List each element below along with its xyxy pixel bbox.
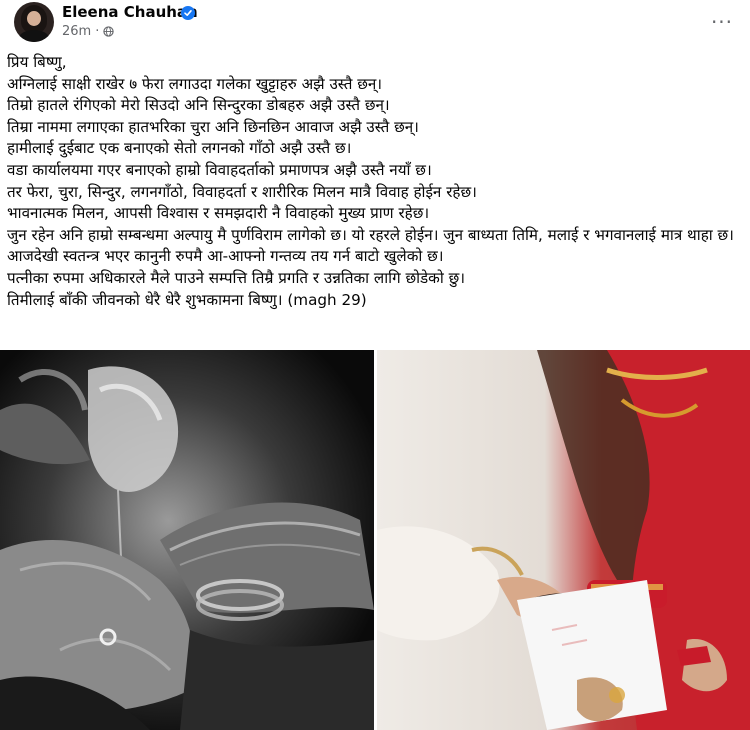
post-line: तिम्रो हातले रंगिएको मेरो सिउदो अनि सिन्… [7, 96, 390, 115]
post-line: वडा कार्यालयमा गएर बनाएको हाम्रो विवाहदर… [7, 160, 432, 179]
more-options-icon[interactable]: ··· [706, 6, 738, 38]
avatar-face [27, 11, 41, 26]
post-meta: 26m · [62, 24, 115, 39]
wedding-sindoor-photo[interactable] [377, 350, 750, 730]
post-line: तर फेरा, चुरा, सिन्दुर, लगनगाँठो, विवाहद… [7, 182, 477, 201]
facebook-post: Eleena Chauhan 26m · ··· प्रिय बिष्णु, अ… [0, 0, 750, 730]
meta-separator: · [95, 24, 100, 39]
author-name[interactable]: Eleena Chauhan [62, 3, 198, 21]
post-line: हामीलाई दुईबाट एक बनाएको सेतो लगनको गाँठ… [7, 139, 352, 158]
post-line: भावनात्मक मिलन, आपसी विश्वास र समझदारी न… [7, 204, 430, 223]
post-timestamp[interactable]: 26m [62, 24, 91, 39]
post-line: अग्निलाई साक्षी राखेर ७ फेरा लगाउदा गलेक… [7, 74, 383, 93]
avatar-shirt [19, 30, 49, 42]
post-line: जुन रहेन अनि हाम्रो सम्बन्धमा अल्पायु मै… [7, 225, 734, 244]
post-line: तिम्रा नाममा लगाएका हातभरिका चुरा अनि छि… [7, 117, 419, 136]
verified-badge-icon [181, 6, 195, 20]
post-photos [0, 350, 750, 730]
post-line: आजदेखी स्वतन्त्र भएर कानुनी रुपमै आ-आफ्न… [7, 247, 444, 266]
wedding-ritual-bw-photo[interactable] [0, 350, 374, 730]
post-line: तिमीलाई बाँकी जीवनको धेरै धेरै शुभकामना … [7, 290, 367, 309]
globe-icon [103, 26, 115, 37]
post-line: प्रिय बिष्णु, [7, 53, 67, 71]
post-body: प्रिय बिष्णु, अग्निलाई साक्षी राखेर ७ फे… [7, 52, 745, 311]
author-avatar[interactable] [14, 2, 54, 42]
post-header: Eleena Chauhan 26m · ··· [0, 0, 750, 48]
post-line: पत्नीका रुपमा अधिकारले मैले पाउने सम्पत्… [7, 268, 466, 287]
